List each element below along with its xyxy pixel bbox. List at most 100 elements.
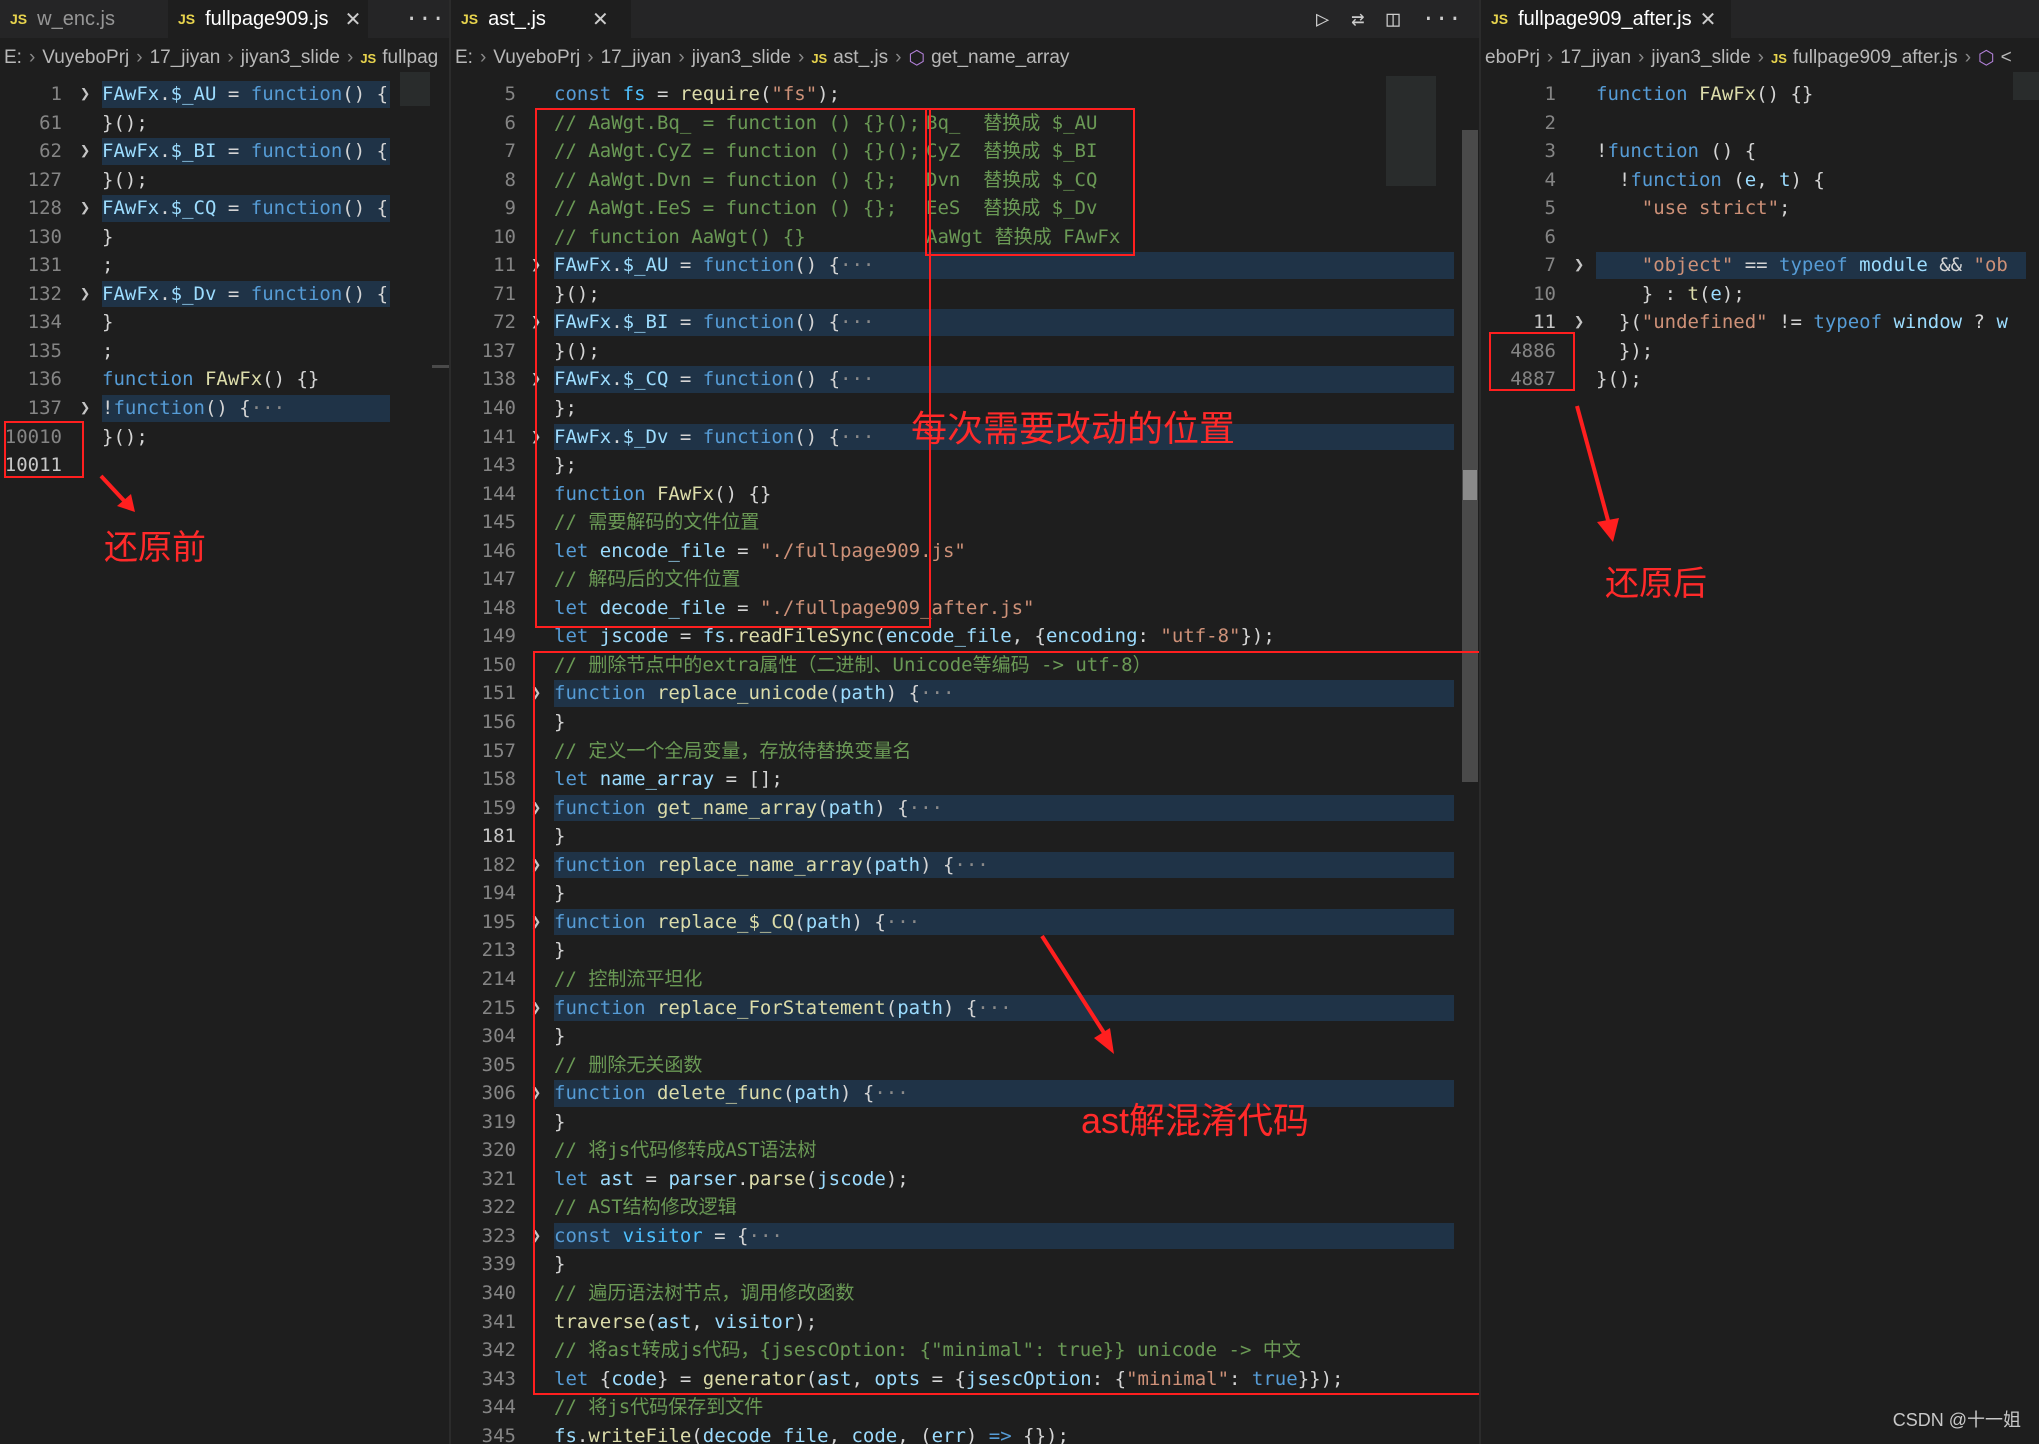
line-number: 135	[27, 339, 62, 362]
line-number-highlight-box	[1489, 332, 1575, 391]
tab-label: fullpage909.js	[205, 7, 329, 30]
code-line[interactable]: 134}	[0, 308, 450, 337]
breadcrumb-separator: ›	[895, 47, 902, 68]
code-line[interactable]: 137 ❯ !function() {···	[0, 394, 450, 423]
line-number: 321	[481, 1167, 516, 1190]
editor-pane-right: JS fullpage909_after.js ✕ eboPrj › 17_jiya…	[1481, 0, 2039, 1444]
breadcrumb-item[interactable]: E:	[4, 47, 22, 69]
breadcrumb-item[interactable]: jiyan3_slide	[692, 47, 791, 69]
line-number: 132	[27, 282, 62, 305]
close-icon[interactable]: ✕	[1700, 7, 1717, 32]
breadcrumb-item[interactable]: E:	[455, 47, 473, 69]
rename-mapping-box	[925, 108, 1135, 256]
code-token: ;	[102, 254, 114, 277]
code-line[interactable]: 130}	[0, 223, 450, 252]
code-token: $_Dv	[170, 282, 217, 305]
code-area[interactable]: 1 ❯ FAwFx.$_AU = function() {61}(); 62 ❯ FAwF…	[0, 80, 450, 480]
line-number: 137	[481, 339, 516, 362]
compare-icon[interactable]: ⇄	[1351, 7, 1364, 32]
breadcrumb-item[interactable]: 17_jiyan	[150, 47, 221, 69]
code-text: "use strict";	[1596, 194, 1791, 223]
fold-chevron-icon[interactable]: ❯	[1574, 308, 1584, 337]
js-file-icon: JS	[461, 11, 479, 27]
line-number: 319	[481, 1110, 516, 1133]
minimap[interactable]	[2013, 72, 2039, 100]
code-line[interactable]: 2	[1481, 109, 2039, 138]
tab-label: fullpage909_after.js	[1518, 7, 1692, 30]
code-line[interactable]: 1 ❯ FAwFx.$_AU = function() {	[0, 80, 450, 109]
watermark: CSDN @十一姐	[1892, 1410, 2021, 1430]
breadcrumb: eboPrj › 17_jiyan › jiyan3_slide › JS fullpage9…	[1481, 38, 2039, 78]
sash-handle[interactable]	[1463, 470, 1477, 500]
breadcrumb-item[interactable]: 17_jiyan	[601, 47, 672, 69]
code-line[interactable]: 136 function FAwFx() {}	[0, 365, 450, 394]
breadcrumb-item[interactable]: eboPrj	[1485, 47, 1540, 69]
split-editor-icon[interactable]: ◫	[1387, 7, 1400, 32]
run-icon[interactable]: ▷	[1316, 7, 1329, 32]
code-line[interactable]: 345 fs.writeFile(decode_file, code, (err)…	[451, 1422, 1479, 1444]
tab-fullpage909[interactable]: JS fullpage909.js ✕	[168, 0, 368, 38]
breadcrumb-item[interactable]: fullpage909_after.js	[1793, 47, 1958, 69]
breadcrumb-item[interactable]: get_name_array	[931, 47, 1069, 69]
fold-chevron-icon[interactable]: ❯	[80, 394, 90, 423]
code-token: fs	[702, 625, 726, 648]
code-token: e	[1710, 282, 1722, 305]
code-line[interactable]: 5 const fs = require("fs");	[451, 80, 1479, 109]
code-line[interactable]: 132 ❯ FAwFx.$_Dv = function() {	[0, 280, 450, 309]
code-line[interactable]: 128 ❯ FAwFx.$_CQ = function() {	[0, 194, 450, 223]
more-icon[interactable]: ···	[405, 0, 445, 38]
breadcrumb-item[interactable]: 17_jiyan	[1560, 47, 1631, 69]
code-text: }();	[102, 166, 148, 195]
breadcrumb-item[interactable]: <	[2001, 47, 2012, 69]
code-token: FAwFx	[102, 83, 160, 105]
code-line[interactable]: 5 "use strict";	[1481, 194, 2039, 223]
code-token: () {	[342, 197, 389, 220]
code-line[interactable]: 4 !function (e, t) {	[1481, 166, 2039, 195]
breadcrumb-item[interactable]: VuyeboPrj	[42, 47, 129, 69]
tab-ast[interactable]: JS ast_.js ✕	[451, 0, 631, 38]
close-icon[interactable]: ✕	[592, 7, 609, 32]
code-line[interactable]: 1 function FAwFx() {}	[1481, 80, 2039, 109]
code-line[interactable]: 131;	[0, 251, 450, 280]
code-token: w	[1996, 311, 2008, 334]
scrollbar[interactable]	[432, 365, 450, 368]
code-text: !function() {···	[102, 394, 285, 423]
line-number: 345	[481, 1424, 516, 1444]
ast-region-box	[533, 651, 1479, 1395]
code-line[interactable]: 135;	[0, 337, 450, 366]
breadcrumb-item[interactable]: jiyan3_slide	[241, 47, 340, 69]
fold-chevron-icon[interactable]: ❯	[80, 80, 90, 109]
code-line[interactable]: 10 } : t(e);	[1481, 280, 2039, 309]
fold-chevron-icon[interactable]: ❯	[80, 194, 90, 223]
code-line[interactable]: 344 // 将js代码保存到文件	[451, 1393, 1479, 1422]
code-line[interactable]: 7 ❯ "object" == typeof module && "ob	[1481, 251, 2039, 280]
breadcrumb-item[interactable]: ast_.js	[833, 47, 888, 69]
breadcrumb-item[interactable]: fullpag	[382, 47, 438, 69]
code-line[interactable]: 61}();	[0, 109, 450, 138]
tab-fullpage909-after[interactable]: JS fullpage909_after.js ✕	[1481, 0, 1731, 38]
code-token: () {}	[1756, 83, 1814, 105]
fold-chevron-icon[interactable]: ❯	[80, 280, 90, 309]
code-line[interactable]: 62 ❯ FAwFx.$_BI = function() {	[0, 137, 450, 166]
minimap[interactable]	[1386, 76, 1436, 186]
tab-w-enc[interactable]: JS w_enc.js	[0, 0, 155, 38]
close-icon[interactable]: ✕	[345, 7, 362, 32]
tab-label: ast_.js	[488, 7, 546, 30]
minimap[interactable]	[400, 72, 430, 106]
code-text: }();	[1596, 365, 1642, 394]
breadcrumb-item[interactable]: jiyan3_slide	[1651, 47, 1750, 69]
code-token: .	[159, 282, 171, 305]
code-token: const	[554, 83, 612, 105]
line-number: 214	[481, 967, 516, 990]
code-token: , (	[897, 1424, 932, 1444]
fold-chevron-icon[interactable]: ❯	[80, 137, 90, 166]
fold-chevron-icon[interactable]: ❯	[1574, 251, 1584, 280]
code-line[interactable]: 3 !function () {	[1481, 137, 2039, 166]
code-line[interactable]: 127}();	[0, 166, 450, 195]
code-token: function	[1596, 83, 1688, 105]
code-token: =	[668, 625, 703, 648]
more-icon[interactable]: ···	[1422, 7, 1462, 32]
breadcrumb-item[interactable]: VuyeboPrj	[493, 47, 580, 69]
code-line[interactable]: 6	[1481, 223, 2039, 252]
